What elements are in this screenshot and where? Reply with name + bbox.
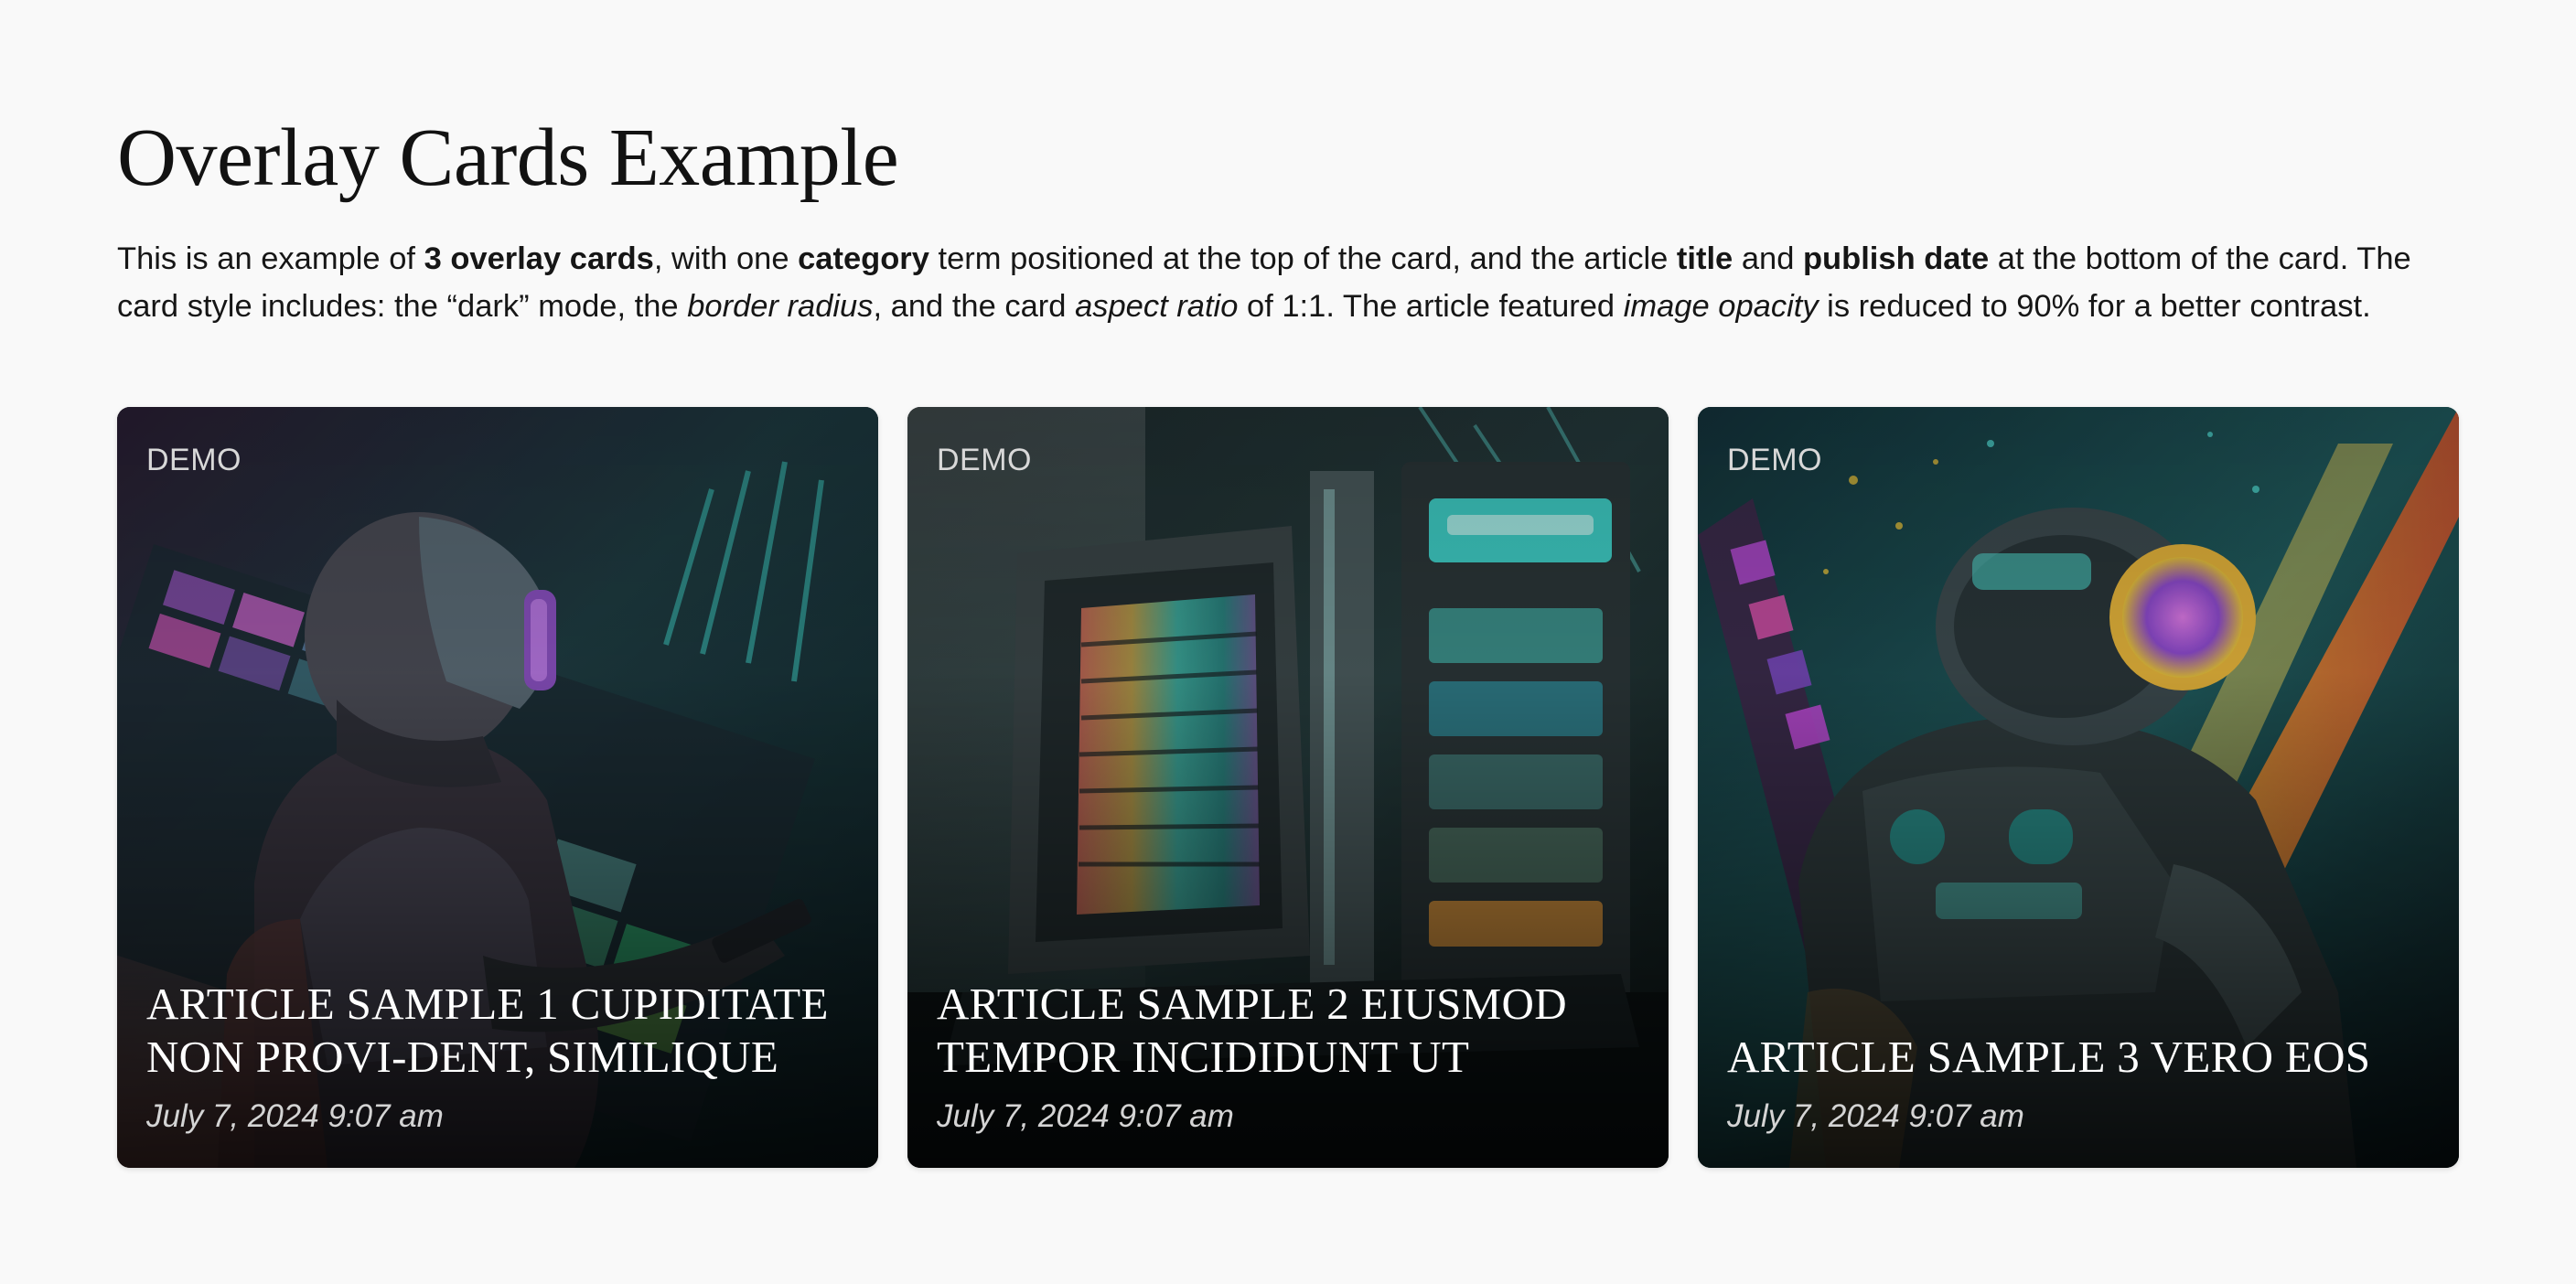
card-title-link[interactable]: ARTICLE SAMPLE 2 EIUSMOD TEMPOR INCIDIDU… <box>937 979 1567 1082</box>
intro-text: term positioned at the top of the card, … <box>928 241 1677 276</box>
card-title-link[interactable]: ARTICLE SAMPLE 3 VERO EOS <box>1727 1032 2370 1082</box>
card-date: July 7, 2024 9:07 am <box>146 1098 444 1134</box>
intro-bold-count: 3 overlay cards <box>424 241 654 276</box>
intro-text: This is an example of <box>117 241 424 276</box>
intro-italic-radius: border radius <box>687 289 874 324</box>
card-title-link[interactable]: ARTICLE SAMPLE 1 CUPIDITATE NON PROVI-DE… <box>146 979 829 1082</box>
intro-italic-ratio: aspect ratio <box>1075 289 1239 324</box>
card-title[interactable]: ARTICLE SAMPLE 1 CUPIDITATE NON PROVI-DE… <box>146 978 849 1084</box>
card-date: July 7, 2024 9:07 am <box>1727 1098 2024 1134</box>
card-category[interactable]: DEMO <box>1727 442 1822 478</box>
intro-text: of 1:1. The article featured <box>1238 289 1624 324</box>
card-caption: ARTICLE SAMPLE 3 VERO EOS July 7, 2024 9… <box>1727 1031 2430 1137</box>
intro-italic-opacity: image opacity <box>1623 289 1819 324</box>
overlay-card[interactable]: DEMO ARTICLE SAMPLE 1 CUPIDITATE NON PRO… <box>117 407 878 1168</box>
card-caption: ARTICLE SAMPLE 1 CUPIDITATE NON PROVI-DE… <box>146 978 849 1137</box>
overlay-card[interactable]: DEMO ARTICLE SAMPLE 2 EIUSMOD TEMPOR INC… <box>907 407 1669 1168</box>
page-title: Overlay Cards Example <box>117 112 899 203</box>
intro-bold-title: title <box>1676 241 1733 276</box>
card-category[interactable]: DEMO <box>937 442 1032 478</box>
card-caption: ARTICLE SAMPLE 2 EIUSMOD TEMPOR INCIDIDU… <box>937 978 1639 1137</box>
overlay-card[interactable]: DEMO ARTICLE SAMPLE 3 VERO EOS July 7, 2… <box>1698 407 2459 1168</box>
cards-grid: DEMO ARTICLE SAMPLE 1 CUPIDITATE NON PRO… <box>117 407 2459 1168</box>
card-title[interactable]: ARTICLE SAMPLE 3 VERO EOS <box>1727 1031 2430 1084</box>
page: Overlay Cards Example This is an example… <box>0 0 2576 1284</box>
intro-text: and <box>1733 241 1803 276</box>
intro-text: , with one <box>653 241 799 276</box>
card-category[interactable]: DEMO <box>146 442 242 478</box>
card-date: July 7, 2024 9:07 am <box>937 1098 1234 1134</box>
intro-bold-date: publish date <box>1802 241 1990 276</box>
card-title[interactable]: ARTICLE SAMPLE 2 EIUSMOD TEMPOR INCIDIDU… <box>937 978 1639 1084</box>
intro-text: is reduced to 90% for a better contrast. <box>1818 289 2371 324</box>
intro-text: , and the card <box>873 289 1076 324</box>
intro-bold-category: category <box>798 241 929 276</box>
intro-paragraph: This is an example of 3 overlay cards, w… <box>117 235 2477 330</box>
